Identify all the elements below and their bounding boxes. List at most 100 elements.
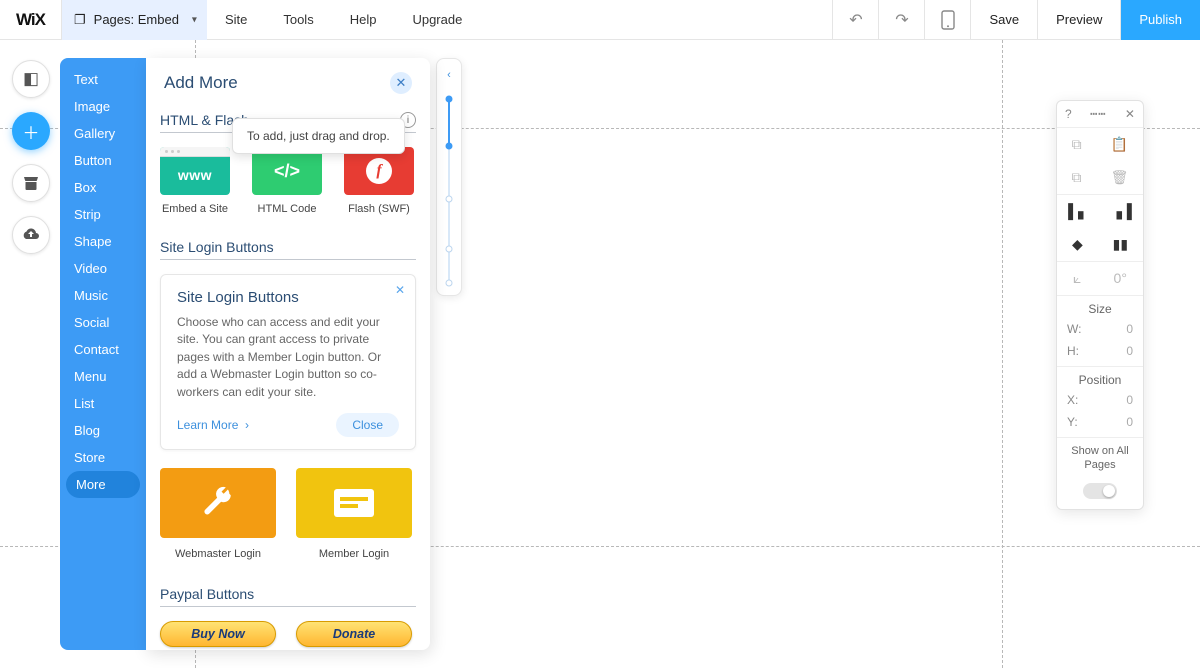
tile-embed-site[interactable]: www Embed a Site — [160, 147, 230, 215]
h-value[interactable]: 0 — [1126, 344, 1133, 358]
wix-logo: WiX — [0, 0, 62, 40]
card-heading: Site Login Buttons — [177, 289, 399, 306]
inspector-close-icon[interactable]: ✕ — [1125, 107, 1135, 121]
login-card-icon — [296, 468, 412, 538]
align-center-v-icon[interactable]: ▮▮ — [1113, 236, 1128, 253]
drag-drop-tooltip: To add, just drag and drop. — [232, 118, 405, 154]
menu-tools[interactable]: Tools — [265, 0, 331, 40]
rail-pages-button[interactable]: ◧ — [12, 60, 50, 98]
card-close-icon[interactable]: ✕ — [395, 283, 405, 297]
inspector-help-icon[interactable]: ? — [1065, 107, 1072, 121]
device-preview-button[interactable] — [924, 0, 970, 40]
menu-site[interactable]: Site — [207, 0, 265, 40]
tile-label: Embed a Site — [160, 203, 230, 215]
site-login-info-card: ✕ Site Login Buttons Choose who can acce… — [160, 274, 416, 450]
w-value[interactable]: 0 — [1126, 322, 1133, 336]
tile-label: HTML Code — [252, 203, 322, 215]
y-value[interactable]: 0 — [1126, 415, 1133, 429]
cat-blog[interactable]: Blog — [60, 417, 146, 444]
menu-help[interactable]: Help — [332, 0, 395, 40]
w-label: W: — [1067, 322, 1081, 336]
card-body: Choose who can access and edit your site… — [177, 314, 399, 401]
cat-shape[interactable]: Shape — [60, 228, 146, 255]
learn-more-link[interactable]: Learn More › — [177, 418, 249, 432]
panel-title: Add More — [164, 73, 238, 93]
copy-icon[interactable]: ⧉ — [1072, 136, 1082, 153]
undo-button[interactable]: ↶ — [832, 0, 878, 40]
section-site-login: Site Login Buttons — [160, 233, 416, 260]
position-label: Position — [1057, 367, 1143, 389]
cloud-upload-icon — [21, 227, 41, 243]
tile-html-code[interactable]: </> HTML Code — [252, 147, 322, 215]
embed-site-icon: www — [160, 147, 230, 195]
cat-video[interactable]: Video — [60, 255, 146, 282]
duplicate-icon[interactable]: ⧉ — [1072, 169, 1082, 186]
storefront-icon — [22, 174, 40, 192]
rotation-value: 0° — [1114, 270, 1127, 287]
y-label: Y: — [1067, 415, 1078, 429]
cat-text[interactable]: Text — [60, 66, 146, 93]
section-site-login-title: Site Login Buttons — [160, 239, 274, 255]
publish-button[interactable]: Publish — [1120, 0, 1200, 40]
redo-button[interactable]: ↷ — [878, 0, 924, 40]
cat-social[interactable]: Social — [60, 309, 146, 336]
section-paypal: Paypal Buttons — [160, 580, 416, 607]
tile-label: Webmaster Login — [160, 548, 276, 560]
cat-more[interactable]: More — [66, 471, 140, 498]
show-on-all-pages-label: Show on All Pages — [1057, 438, 1143, 479]
cat-strip[interactable]: Strip — [60, 201, 146, 228]
preview-button[interactable]: Preview — [1037, 0, 1120, 40]
drag-handle-icon[interactable]: ┅┅ — [1090, 107, 1106, 121]
paypal-donate[interactable]: Donate — [296, 621, 412, 647]
pages-dropdown[interactable]: ❐ Pages: Embed ▾ — [62, 0, 207, 40]
inspector-panel[interactable]: ? ┅┅ ✕ ⧉ 📋 ⧉ 🗑 ▌▖ ▗▐ ◆ ▮▮ ⟀ 0° Size W:0 … — [1056, 100, 1144, 510]
flash-icon: f — [344, 147, 414, 195]
top-right-actions: ↶ ↷ Save Preview Publish — [832, 0, 1200, 40]
card-close-button[interactable]: Close — [336, 413, 399, 437]
cat-gallery[interactable]: Gallery — [60, 120, 146, 147]
show-on-all-pages-toggle[interactable] — [1083, 483, 1117, 499]
rotate-icon[interactable]: ⟀ — [1073, 270, 1081, 287]
tile-member-login[interactable]: Member Login — [296, 468, 412, 560]
tile-webmaster-login[interactable]: Webmaster Login — [160, 468, 276, 560]
cat-image[interactable]: Image — [60, 93, 146, 120]
x-label: X: — [1067, 393, 1078, 407]
chevron-left-icon[interactable]: ‹ — [447, 69, 451, 81]
pages-icon: ❐ — [74, 12, 86, 28]
tile-flash-swf[interactable]: f Flash (SWF) — [344, 147, 414, 215]
section-minimap[interactable]: ‹ — [436, 58, 462, 296]
paypal-buy-now[interactable]: Buy Now — [160, 621, 276, 647]
size-label: Size — [1057, 296, 1143, 318]
delete-icon[interactable]: 🗑 — [1111, 169, 1129, 186]
rail-store-button[interactable] — [12, 164, 50, 202]
rail-upload-button[interactable] — [12, 216, 50, 254]
pages-label: Pages: Embed — [94, 12, 179, 27]
cat-box[interactable]: Box — [60, 174, 146, 201]
cat-menu[interactable]: Menu — [60, 363, 146, 390]
html-code-icon: </> — [252, 147, 322, 195]
panel-close-button[interactable]: ✕ — [390, 72, 412, 94]
paste-icon[interactable]: 📋 — [1111, 136, 1128, 153]
h-label: H: — [1067, 344, 1079, 358]
align-left-icon[interactable]: ▌▖ — [1068, 203, 1089, 220]
tile-label: Member Login — [296, 548, 412, 560]
rail-add-button[interactable]: ＋ — [12, 112, 50, 150]
top-bar: WiX ❐ Pages: Embed ▾ Site Tools Help Upg… — [0, 0, 1200, 40]
wrench-icon — [160, 468, 276, 538]
tile-label: Flash (SWF) — [344, 203, 414, 215]
save-button[interactable]: Save — [970, 0, 1037, 40]
cat-list[interactable]: List — [60, 390, 146, 417]
cat-contact[interactable]: Contact — [60, 336, 146, 363]
align-right-icon[interactable]: ▗▐ — [1111, 203, 1132, 220]
cat-music[interactable]: Music — [60, 282, 146, 309]
x-value[interactable]: 0 — [1126, 393, 1133, 407]
top-menu: Site Tools Help Upgrade — [207, 0, 480, 40]
cat-button[interactable]: Button — [60, 147, 146, 174]
phone-icon — [941, 10, 955, 30]
align-center-h-icon[interactable]: ◆ — [1072, 236, 1083, 253]
cat-store[interactable]: Store — [60, 444, 146, 471]
menu-upgrade[interactable]: Upgrade — [394, 0, 480, 40]
left-rail: ◧ ＋ — [12, 60, 50, 254]
section-paypal-title: Paypal Buttons — [160, 586, 254, 602]
chevron-down-icon: ▾ — [192, 14, 197, 25]
